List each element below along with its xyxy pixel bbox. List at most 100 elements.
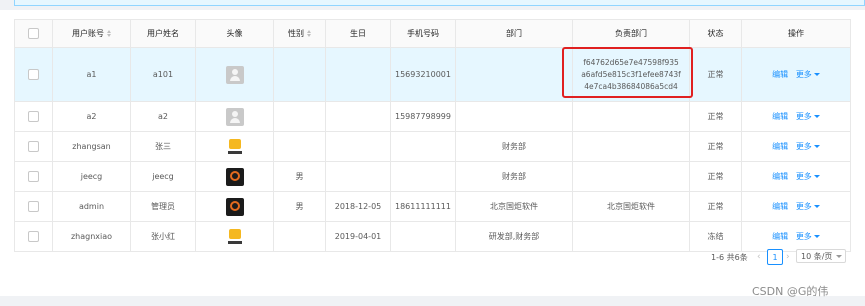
col-dept: 部门 [455,19,573,48]
row-checkbox[interactable] [28,201,39,212]
col-username[interactable]: 用户账号 [52,19,131,48]
cell-sex [273,131,326,162]
table-row[interactable]: zhagnxiao 张小红 2019-04-01 研发部,财务部 冻结 编辑 更… [14,221,851,252]
row-checkbox[interactable] [28,141,39,152]
cell-charge-dept [572,101,690,132]
cell-charge-dept: 北京国炬软件 [572,191,690,222]
cell-action: 编辑 更多 [741,131,851,162]
prev-page-button[interactable]: ‹ [757,249,761,265]
cell-dept: 北京国炬软件 [455,191,573,222]
cell-realname: 张小红 [130,221,196,252]
col-realname: 用户姓名 [130,19,196,48]
more-dropdown[interactable]: 更多 [796,70,820,79]
cell-avatar [195,161,274,192]
more-dropdown[interactable]: 更多 [796,142,820,151]
page-1-button[interactable]: 1 [767,249,783,265]
table-row[interactable]: jeecg jeecg 男 财务部 正常 编辑 更多 [14,161,851,192]
cell-birthday [325,47,391,102]
next-page-button[interactable]: › [786,249,790,265]
cell-realname: a2 [130,101,196,132]
cell-action: 编辑 更多 [741,191,851,222]
dark-logo-icon[interactable] [225,197,244,216]
col-charge-dept: 负责部门 [572,19,690,48]
cell-action: 编辑 更多 [741,221,851,252]
cell-username: zhagnxiao [52,221,131,252]
edit-link[interactable]: 编辑 [772,232,788,241]
cell-username: a1 [52,47,131,102]
cell-phone: 15693210001 [390,47,456,102]
cell-birthday [325,131,391,162]
col-sex[interactable]: 性别 [273,19,326,48]
cell-username: zhangsan [52,131,131,162]
chevron-down-icon [813,73,820,76]
chevron-down-icon [813,115,820,118]
select-all-checkbox[interactable] [28,28,39,39]
cell-phone: 18611111111 [390,191,456,222]
cell-status: 正常 [689,161,742,192]
row-checkbox[interactable] [28,111,39,122]
cell-charge-dept [572,131,690,162]
more-dropdown[interactable]: 更多 [796,112,820,121]
cell-avatar [195,221,274,252]
cell-avatar [195,101,274,132]
cell-sex [273,221,326,252]
cell-status: 冻结 [689,221,742,252]
col-status: 状态 [689,19,742,48]
cell-charge-dept: f64762d65e7e47598f935a6afd5e815c3f1efee8… [572,47,690,102]
default-user-icon[interactable] [225,107,244,126]
sort-icon[interactable] [307,30,311,37]
row-checkbox[interactable] [28,69,39,80]
default-user-icon[interactable] [225,65,244,84]
table-header-row: 用户账号 用户姓名 头像 性别 生日 手机号码 部门 负责部门 状态 操作 [14,19,851,48]
yellow-logo-icon[interactable] [226,228,244,246]
cell-phone [390,131,456,162]
cell-charge-dept [572,161,690,192]
row-checkbox[interactable] [28,231,39,242]
cell-status: 正常 [689,131,742,162]
cell-sex: 男 [273,191,326,222]
cell-charge-dept [572,221,690,252]
table-row[interactable]: a1 a101 15693210001 f64762d65e7e47598f93… [14,47,851,102]
chevron-down-icon [813,235,820,238]
cell-phone [390,161,456,192]
edit-link[interactable]: 编辑 [772,112,788,121]
cell-status: 正常 [689,101,742,132]
cell-sex: 男 [273,161,326,192]
edit-link[interactable]: 编辑 [772,70,788,79]
cell-sex [273,47,326,102]
cell-birthday [325,161,391,192]
cell-birthday: 2019-04-01 [325,221,391,252]
sort-icon[interactable] [107,30,111,37]
edit-link[interactable]: 编辑 [772,172,788,181]
table-row[interactable]: admin 管理员 男 2018-12-05 18611111111 北京国炬软… [14,191,851,222]
cell-action: 编辑 更多 [741,161,851,192]
cell-username: a2 [52,101,131,132]
cell-realname: jeecg [130,161,196,192]
edit-link[interactable]: 编辑 [772,202,788,211]
cell-avatar [195,191,274,222]
cell-avatar [195,131,274,162]
chevron-down-icon [836,254,843,258]
select-all-cell[interactable] [14,19,53,48]
page-size-select[interactable]: 10 条/页 [796,249,846,263]
cell-dept [455,47,573,102]
cell-birthday: 2018-12-05 [325,191,391,222]
cell-status: 正常 [689,47,742,102]
table-row[interactable]: zhangsan 张三 财务部 正常 编辑 更多 [14,131,851,162]
cell-phone: 15987798999 [390,101,456,132]
yellow-logo-icon[interactable] [226,138,244,156]
table-row[interactable]: a2 a2 15987798999 正常 编辑 更多 [14,101,851,132]
more-dropdown[interactable]: 更多 [796,202,820,211]
cell-phone [390,221,456,252]
chevron-down-icon [813,205,820,208]
more-dropdown[interactable]: 更多 [796,172,820,181]
row-checkbox[interactable] [28,171,39,182]
cell-dept: 财务部 [455,131,573,162]
cell-dept: 财务部 [455,161,573,192]
edit-link[interactable]: 编辑 [772,142,788,151]
more-dropdown[interactable]: 更多 [796,232,820,241]
user-table: 用户账号 用户姓名 头像 性别 生日 手机号码 部门 负责部门 状态 操作 a1… [14,19,851,252]
cell-username: jeecg [52,161,131,192]
watermark: CSDN @G的伟 [752,285,829,298]
dark-logo-icon[interactable] [225,167,244,186]
